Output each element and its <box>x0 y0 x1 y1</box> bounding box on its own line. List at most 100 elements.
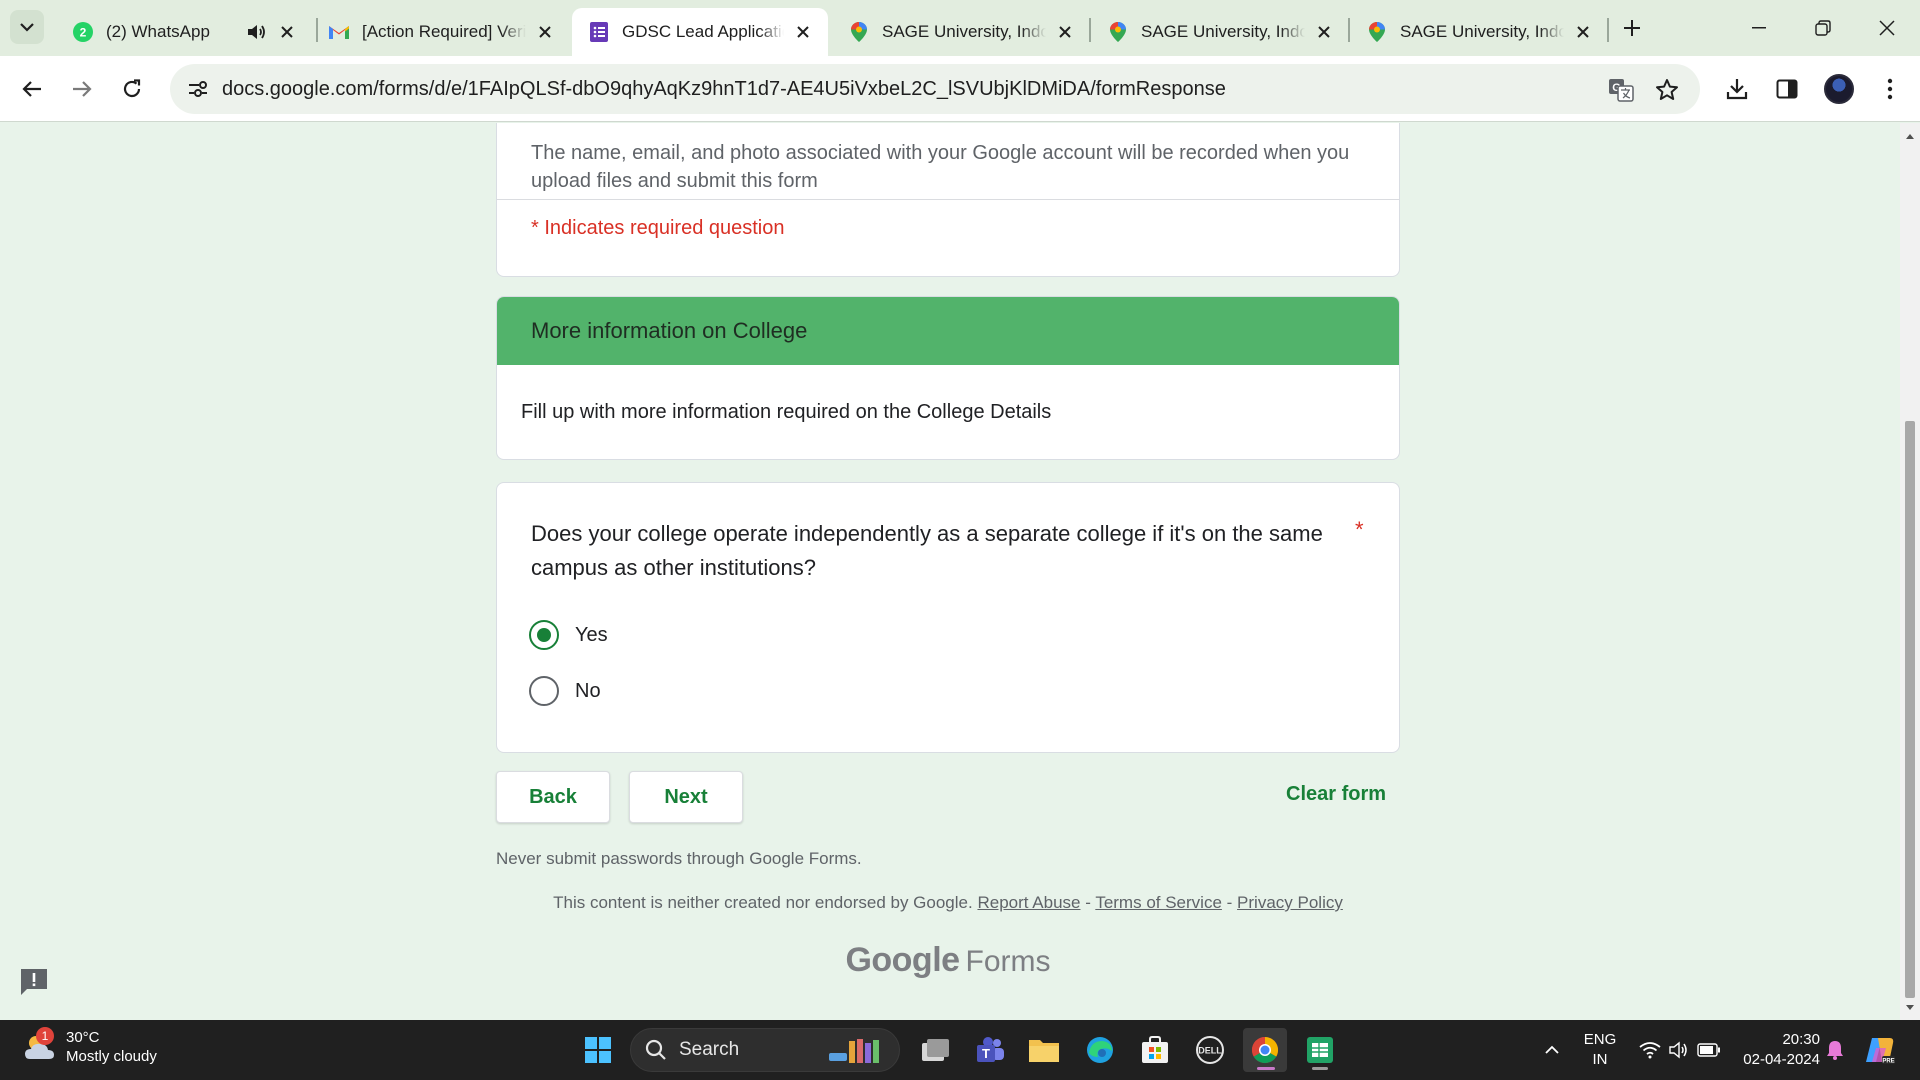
dell-app[interactable]: DELL <box>1188 1028 1232 1072</box>
google-maps-icon <box>1107 21 1129 43</box>
tab-gmail[interactable]: [Action Required] Verify <box>312 8 570 56</box>
notifications-icon[interactable] <box>1822 1020 1848 1080</box>
download-icon[interactable] <box>1717 69 1757 109</box>
close-icon[interactable] <box>1054 21 1076 43</box>
clock[interactable]: 20:30 02-04-2024 <box>1730 1030 1820 1070</box>
radio-no[interactable] <box>529 676 559 706</box>
reload-icon <box>123 79 141 98</box>
svg-text:T: T <box>982 1046 990 1061</box>
clear-form-button[interactable]: Clear form <box>1286 783 1386 806</box>
window-close-button[interactable] <box>1862 8 1912 48</box>
section-header: More information on College <box>497 297 1399 365</box>
separator: - <box>1226 893 1233 912</box>
google-forms-icon <box>588 21 610 43</box>
star-icon[interactable] <box>1650 73 1684 107</box>
store-icon <box>1142 1036 1168 1063</box>
google-maps-icon <box>1366 21 1388 43</box>
radio-yes[interactable] <box>529 620 559 650</box>
section-title: More information on College <box>531 318 808 343</box>
copilot-icon[interactable]: PRE <box>1860 1020 1900 1080</box>
browser-toolbar: docs.google.com/forms/d/e/1FAIpQLSf-dbO9… <box>0 56 1920 122</box>
site-info-icon[interactable] <box>182 73 214 105</box>
start-button[interactable] <box>576 1028 620 1072</box>
separator: - <box>1085 893 1091 912</box>
taskbar-search[interactable]: Search <box>630 1028 900 1072</box>
chrome-icon <box>1251 1036 1279 1064</box>
active-indicator <box>1257 1067 1275 1070</box>
language-indicator[interactable]: ENG IN <box>1580 1030 1620 1070</box>
whatsapp-icon: 2 <box>72 21 94 43</box>
translate-icon[interactable]: G <box>1604 73 1638 107</box>
disclaimer: This content is neither created nor endo… <box>0 893 1896 913</box>
google-forms-logo[interactable]: Google Forms <box>0 941 1896 980</box>
scrollbar[interactable] <box>1900 123 1920 1020</box>
teams-app[interactable]: T <box>968 1028 1012 1072</box>
option-yes[interactable]: Yes <box>529 620 608 650</box>
profile-avatar[interactable] <box>1819 69 1859 109</box>
section-card: More information on College Fill up with… <box>496 296 1400 460</box>
minimize-button[interactable] <box>1734 8 1784 48</box>
store-app[interactable] <box>1133 1028 1177 1072</box>
tab-separator <box>1607 18 1609 42</box>
battery-icon[interactable] <box>1694 1020 1724 1080</box>
close-icon[interactable] <box>534 21 556 43</box>
divider <box>497 199 1399 200</box>
required-asterisk: * <box>1355 517 1364 542</box>
file-explorer-app[interactable] <box>1022 1028 1066 1072</box>
logo-forms: Forms <box>965 945 1051 978</box>
scroll-down-icon[interactable] <box>1905 1003 1915 1013</box>
task-view-button[interactable] <box>914 1028 958 1072</box>
close-icon[interactable] <box>276 21 298 43</box>
option-label: No <box>575 679 601 702</box>
volume-icon[interactable] <box>1664 1020 1692 1080</box>
feedback-icon[interactable] <box>18 966 50 998</box>
logo-google: Google <box>845 941 960 979</box>
forward-nav-button[interactable] <box>62 69 102 109</box>
svg-text:PRE: PRE <box>1882 1059 1894 1065</box>
menu-icon[interactable] <box>1870 69 1910 109</box>
date: 02-04-2024 <box>1743 1051 1820 1068</box>
tab-whatsapp[interactable]: 2 (2) WhatsApp <box>56 8 312 56</box>
speaker-icon[interactable] <box>244 21 268 43</box>
address-bar[interactable]: docs.google.com/forms/d/e/1FAIpQLSf-dbO9… <box>170 64 1700 114</box>
side-panel-icon[interactable] <box>1767 69 1807 109</box>
tab-search-button[interactable] <box>10 10 44 44</box>
close-icon[interactable] <box>1572 21 1594 43</box>
terms-link[interactable]: Terms of Service <box>1095 893 1222 912</box>
option-no[interactable]: No <box>529 676 601 706</box>
scroll-up-icon[interactable] <box>1905 131 1915 141</box>
search-label: Search <box>679 1039 740 1060</box>
tab-maps-2[interactable]: SAGE University, Indore <box>1091 8 1349 56</box>
scroll-thumb[interactable] <box>1905 421 1915 998</box>
whatsapp-badge-count: 2 <box>80 26 87 40</box>
report-abuse-link[interactable]: Report Abuse <box>977 893 1080 912</box>
close-icon[interactable] <box>1313 21 1335 43</box>
edge-app[interactable] <box>1078 1028 1122 1072</box>
edge-icon <box>1087 1037 1113 1063</box>
tab-title: (2) WhatsApp <box>106 22 210 41</box>
avatar <box>1824 74 1854 104</box>
weather-widget[interactable]: 1 30°C Mostly cloudy <box>22 1027 157 1066</box>
back-nav-button[interactable] <box>12 69 52 109</box>
dell-icon: DELL <box>1196 1036 1224 1064</box>
arrow-right-icon <box>73 81 92 97</box>
restore-button[interactable] <box>1798 8 1848 48</box>
url-text[interactable]: docs.google.com/forms/d/e/1FAIpQLSf-dbO9… <box>222 78 1226 101</box>
tab-maps-1[interactable]: SAGE University, Indore <box>832 8 1090 56</box>
reload-button[interactable] <box>112 69 152 109</box>
chevron-up-icon <box>1545 1045 1559 1054</box>
show-hidden-icons[interactable] <box>1540 1020 1564 1080</box>
sheets-icon <box>1307 1037 1333 1063</box>
chrome-app[interactable] <box>1243 1028 1287 1072</box>
privacy-link[interactable]: Privacy Policy <box>1237 893 1343 912</box>
section-description: Fill up with more information required o… <box>521 401 1052 423</box>
back-button[interactable]: Back <box>496 771 610 823</box>
tab-gdsc-form[interactable]: GDSC Lead Application <box>572 8 828 56</box>
new-tab-button[interactable] <box>1616 12 1648 44</box>
sheets-app[interactable] <box>1298 1028 1342 1072</box>
close-icon[interactable] <box>792 21 814 43</box>
password-warning: Never submit passwords through Google Fo… <box>496 849 862 868</box>
tab-maps-3[interactable]: SAGE University, Indore <box>1350 8 1608 56</box>
next-button[interactable]: Next <box>629 771 743 823</box>
wifi-icon[interactable] <box>1636 1020 1664 1080</box>
